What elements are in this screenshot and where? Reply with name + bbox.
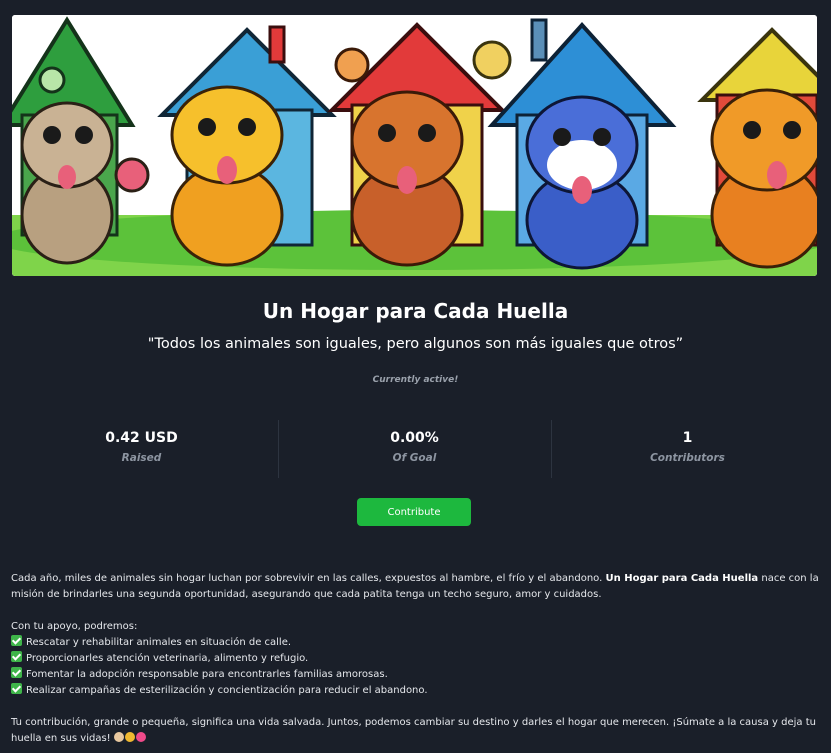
- campaign-quote: "Todos los animales son iguales, pero al…: [147, 336, 684, 352]
- list-item: Fomentar la adopción responsable para en…: [11, 667, 823, 683]
- stat-label: Raised: [121, 452, 162, 464]
- intro-paragraph: Cada año, miles de animales sin hogar lu…: [11, 573, 819, 600]
- stat-label: Contributors: [650, 452, 725, 464]
- check-mark-icon: [11, 683, 22, 694]
- dogs-and-doghouses-illustration: [12, 15, 817, 276]
- stat-contributors: 1 Contributors: [551, 420, 824, 480]
- campaign-banner-image: [12, 15, 817, 276]
- stat-label: Of Goal: [392, 452, 437, 464]
- list-item: Proporcionarles atención veterinaria, al…: [11, 651, 823, 667]
- check-mark-icon: [11, 635, 22, 646]
- campaign-stats: 0.42 USD Raised 0.00% Of Goal 1 Contribu…: [5, 420, 824, 480]
- list-item: Rescatar y rehabilitar animales en situa…: [11, 635, 823, 651]
- stat-raised: 0.42 USD Raised: [5, 420, 278, 480]
- check-mark-icon: [11, 667, 22, 678]
- stat-of-goal: 0.00% Of Goal: [278, 420, 551, 480]
- campaign-description: Cada año, miles de animales sin hogar lu…: [11, 571, 823, 747]
- contribute-button[interactable]: Contribute: [357, 498, 471, 526]
- campaign-status: Currently active!: [372, 375, 459, 385]
- stat-value: 0.42 USD: [105, 430, 178, 446]
- cat-face-icon: [124, 732, 135, 742]
- stat-value: 0.00%: [390, 430, 439, 446]
- closing-paragraph: Tu contribución, grande o pequeña, signi…: [11, 717, 816, 744]
- dog-face-icon: [113, 732, 124, 742]
- campaign-name-bold: Un Hogar para Cada Huella: [605, 573, 759, 584]
- support-intro: Con tu apoyo, podremos:: [11, 621, 138, 632]
- check-mark-icon: [11, 651, 22, 662]
- stat-value: 1: [682, 430, 693, 446]
- list-item: Realizar campañas de esterilización y co…: [11, 683, 823, 699]
- hearts-icon: [135, 732, 146, 742]
- campaign-title: Un Hogar para Cada Huella: [262, 299, 569, 323]
